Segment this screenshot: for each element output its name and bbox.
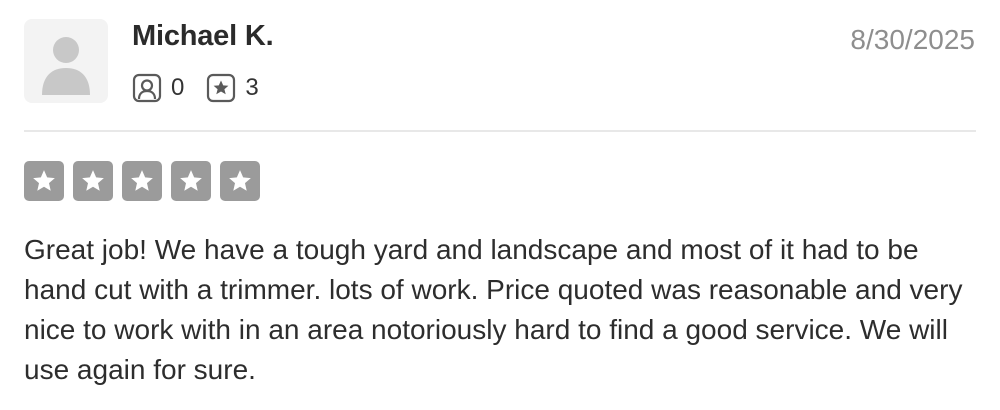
review-text: Great job! We have a tough yard and land… — [24, 234, 963, 385]
reviewer-name[interactable]: Michael K. — [132, 20, 274, 53]
rating-star-2 — [73, 161, 113, 201]
star-rating — [24, 161, 260, 201]
rating-star-1 — [24, 161, 64, 201]
rating-star-3 — [122, 161, 162, 201]
avatar[interactable] — [24, 19, 108, 103]
photos-count: 3 — [245, 74, 259, 101]
reviews-count: 0 — [171, 74, 185, 101]
star-icon — [229, 170, 251, 191]
star-icon — [131, 170, 153, 191]
review-card: Michael K. 0 3 8/30/2025 Great job! We h… — [0, 0, 1000, 410]
rating-star-5 — [220, 161, 260, 201]
star-icon — [33, 170, 55, 191]
reviewer-stats: 0 3 — [132, 72, 281, 104]
default-user-avatar-icon — [42, 37, 90, 95]
review-date: 8/30/2025 — [850, 24, 975, 55]
star-badge-icon — [206, 73, 236, 103]
star-icon — [180, 170, 202, 191]
reviews-stat: 0 — [132, 73, 184, 103]
star-icon — [82, 170, 104, 191]
user-profile-icon — [132, 73, 162, 103]
rating-star-4 — [171, 161, 211, 201]
photos-stat: 3 — [206, 73, 259, 103]
divider — [24, 130, 976, 132]
